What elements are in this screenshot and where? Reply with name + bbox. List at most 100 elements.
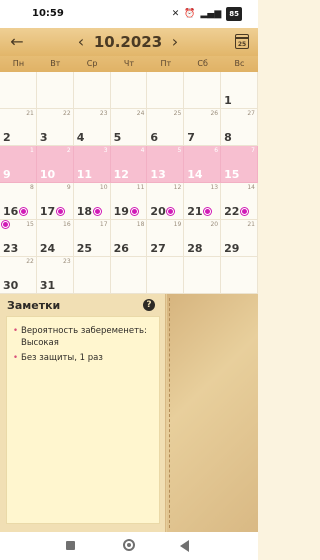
cycle-day-number: 8 bbox=[30, 184, 34, 191]
cycle-day-number: 18 bbox=[136, 221, 145, 228]
cycle-day-number: 26 bbox=[210, 110, 219, 117]
cycle-day-number: 27 bbox=[247, 110, 255, 117]
recents-icon[interactable] bbox=[66, 541, 75, 550]
calendar-day-cell[interactable]: 25 6 bbox=[147, 109, 185, 146]
calendar-today-icon[interactable]: 25 bbox=[235, 34, 249, 49]
calendar-day-cell bbox=[221, 257, 258, 294]
cycle-day-number: 15 bbox=[26, 221, 34, 228]
calendar-day-cell[interactable]: 14 22 bbox=[221, 183, 258, 220]
back-arrow-icon[interactable]: ← bbox=[8, 32, 26, 52]
alarm-icon: ⏰ bbox=[184, 9, 196, 19]
next-month-icon[interactable]: › bbox=[168, 32, 182, 52]
calendar-day-cell[interactable]: 12 20 bbox=[147, 183, 185, 220]
weekday-label: Вт bbox=[50, 59, 61, 68]
calendar-day-cell[interactable]: 13 21 bbox=[184, 183, 222, 220]
calendar-day-cell[interactable]: 17 25 bbox=[73, 220, 111, 257]
day-number: 12 bbox=[113, 168, 129, 181]
calendar-day-cell[interactable]: 26 7 bbox=[184, 109, 222, 146]
calendar-day-cell bbox=[147, 257, 185, 294]
navigation-bar bbox=[0, 532, 258, 560]
day-number: 15 bbox=[224, 168, 240, 181]
day-number: 23 bbox=[3, 242, 19, 255]
home-icon[interactable] bbox=[123, 539, 135, 551]
help-icon[interactable]: ? bbox=[143, 299, 155, 311]
fertility-dot-icon bbox=[130, 208, 138, 215]
weekday-header: Пн Вт Ср Чт Пт Сб Вс bbox=[0, 56, 258, 72]
calendar-day-cell[interactable]: 19 bbox=[0, 146, 37, 183]
cycle-day-number: 21 bbox=[26, 110, 34, 117]
calendar-day-cell[interactable]: 9 17 bbox=[36, 183, 74, 220]
calendar-day-cell[interactable]: 19 27 bbox=[147, 220, 185, 257]
cycle-day-number: 22 bbox=[63, 110, 71, 117]
notes-left-pane: Заметки ? Вероятность забеременеть: Высо… bbox=[0, 294, 166, 532]
calendar-day-cell[interactable]: 18 26 bbox=[110, 220, 148, 257]
cycle-day-number: 2 bbox=[66, 147, 71, 154]
calendar-day-cell[interactable]: 21 2 bbox=[0, 109, 37, 146]
calendar-day-cell[interactable]: 15 23 bbox=[0, 220, 37, 257]
day-number: 7 bbox=[187, 131, 195, 144]
cycle-day-number: 7 bbox=[251, 147, 255, 154]
calendar-day-cell[interactable]: 16 24 bbox=[36, 220, 74, 257]
day-number: 25 bbox=[76, 242, 93, 255]
calendar-day-cell[interactable]: 23 4 bbox=[73, 109, 111, 146]
day-number: 17 bbox=[39, 205, 56, 218]
fertility-dot-icon bbox=[20, 208, 27, 215]
day-number: 30 bbox=[3, 279, 19, 292]
mute-icon: ✕ bbox=[171, 9, 180, 19]
cycle-day-number: 3 bbox=[103, 147, 108, 154]
cycle-day-number: 25 bbox=[173, 110, 182, 117]
cycle-day-number: 1 bbox=[30, 147, 34, 154]
cycle-day-number: 19 bbox=[173, 221, 182, 228]
note-item: Без защиты, 1 раз bbox=[13, 352, 155, 364]
day-number: 28 bbox=[187, 242, 203, 255]
calendar-day-cell[interactable]: 1 bbox=[221, 72, 258, 109]
day-number: 26 bbox=[113, 242, 129, 255]
calendar-day-cell[interactable]: 7 15 bbox=[221, 146, 258, 183]
calendar-day-cell bbox=[147, 72, 185, 109]
stitch-divider bbox=[169, 298, 170, 528]
status-time: 10:59 bbox=[32, 8, 64, 19]
calendar-day-cell[interactable]: 20 28 bbox=[184, 220, 222, 257]
cycle-day-number: 5 bbox=[177, 147, 182, 154]
notes-title: Заметки bbox=[7, 299, 61, 312]
calendar-day-cell[interactable]: 4 12 bbox=[110, 146, 148, 183]
calendar-day-cell[interactable]: 23 31 bbox=[36, 257, 74, 294]
calendar-day-cell[interactable]: 8 16 bbox=[0, 183, 37, 220]
back-icon[interactable] bbox=[180, 540, 189, 552]
fertility-dot-icon bbox=[56, 208, 64, 215]
notes-panel: Заметки ? Вероятность забеременеть: Высо… bbox=[0, 294, 258, 532]
day-number: 11 bbox=[76, 168, 93, 181]
calendar-day-cell[interactable]: 2 10 bbox=[36, 146, 74, 183]
note-item: Вероятность забеременеть: Высокая bbox=[13, 325, 155, 349]
note-card[interactable]: Вероятность забеременеть: Высокая Без за… bbox=[6, 316, 160, 524]
calendar-day-cell[interactable]: 22 3 bbox=[36, 109, 74, 146]
day-number: 18 bbox=[76, 205, 93, 218]
cycle-day-number: 4 bbox=[140, 147, 145, 154]
fertility-dot-icon bbox=[241, 208, 249, 215]
prev-month-icon[interactable]: ‹ bbox=[74, 32, 88, 52]
calendar-day-cell[interactable]: 3 11 bbox=[73, 146, 111, 183]
day-number: 29 bbox=[224, 242, 240, 255]
calendar-day-cell bbox=[110, 72, 148, 109]
calendar-icon-day: 25 bbox=[237, 41, 247, 48]
calendar-day-cell[interactable]: 11 19 bbox=[110, 183, 148, 220]
calendar-day-cell[interactable]: 10 18 bbox=[73, 183, 111, 220]
calendar-day-cell[interactable]: 27 8 bbox=[221, 109, 258, 146]
status-bar: 10:59 ✕ ⏰ ▂▄▆ 85 bbox=[0, 0, 258, 28]
calendar-day-cell[interactable]: 6 14 bbox=[184, 146, 222, 183]
weekday-label: Ср bbox=[86, 59, 98, 68]
day-number: 20 bbox=[150, 205, 166, 218]
day-number: 10 bbox=[39, 168, 56, 181]
day-number: 21 bbox=[187, 205, 203, 218]
weekday-label: Чт bbox=[123, 59, 135, 68]
calendar-day-cell[interactable]: 22 30 bbox=[0, 257, 37, 294]
status-icons: ✕ ⏰ ▂▄▆ 85 bbox=[171, 7, 242, 21]
cycle-day-number: 11 bbox=[136, 184, 145, 191]
calendar-day-cell[interactable]: 24 5 bbox=[110, 109, 148, 146]
calendar-day-cell[interactable]: 5 13 bbox=[147, 146, 185, 183]
calendar-day-cell[interactable]: 21 29 bbox=[221, 220, 258, 257]
day-number: 1 bbox=[224, 94, 232, 107]
day-number: 14 bbox=[187, 168, 203, 181]
battery-icon: 85 bbox=[226, 7, 242, 21]
day-number: 9 bbox=[3, 168, 11, 181]
